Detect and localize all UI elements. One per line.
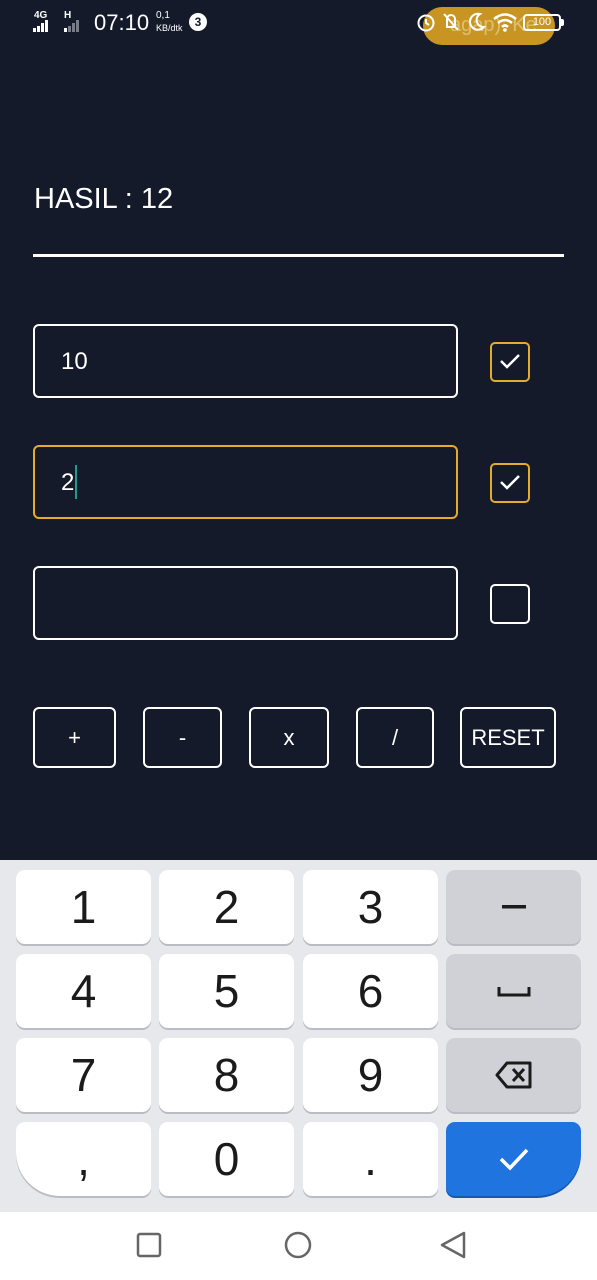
status-bar: 4G H 07:10 0,1 KB/dtk 3 agap): Ke 100 [0, 0, 597, 46]
network-speed-unit: KB/dtk [156, 23, 183, 33]
reset-button[interactable]: RESET [460, 707, 556, 768]
checkbox-2[interactable] [490, 463, 530, 503]
space-icon [497, 987, 530, 997]
battery-tip [561, 19, 564, 26]
key-0[interactable]: 0 [159, 1122, 294, 1196]
key-backspace[interactable] [446, 1038, 581, 1112]
checkmark-icon [500, 475, 520, 490]
key-4[interactable]: 4 [16, 954, 151, 1028]
key-comma[interactable]: , [16, 1122, 151, 1196]
number-input-2[interactable]: 2 [33, 445, 458, 519]
key-2[interactable]: 2 [159, 870, 294, 944]
key-dot[interactable]: . [303, 1122, 438, 1196]
key-1[interactable]: 1 [16, 870, 151, 944]
checkbox-3[interactable] [490, 584, 530, 624]
subtract-button[interactable]: - [143, 707, 222, 768]
home-circle-icon[interactable] [284, 1231, 312, 1259]
checkbox-1[interactable] [490, 342, 530, 382]
navigation-bar [0, 1212, 597, 1280]
moon-icon [469, 12, 487, 31]
multiply-button[interactable]: x [249, 707, 329, 768]
number-input-1[interactable]: 10 [33, 324, 458, 398]
clock: 07:10 [94, 10, 150, 35]
minus-icon [501, 905, 526, 909]
result-label: HASIL : 12 [34, 183, 174, 215]
signal-bars-2-icon [64, 20, 79, 32]
wifi-icon [493, 13, 517, 32]
text-cursor [75, 465, 77, 499]
key-8[interactable]: 8 [159, 1038, 294, 1112]
number-input-2-value: 2 [61, 469, 75, 496]
network-speed-value: 0,1 [156, 10, 170, 21]
mute-icon [443, 13, 459, 31]
number-input-1-value: 10 [61, 348, 88, 375]
backspace-icon [495, 1061, 531, 1089]
divide-button[interactable]: / [356, 707, 434, 768]
key-7[interactable]: 7 [16, 1038, 151, 1112]
key-5[interactable]: 5 [159, 954, 294, 1028]
add-button[interactable]: + [33, 707, 116, 768]
battery-level: 100 [532, 16, 552, 28]
key-3[interactable]: 3 [303, 870, 438, 944]
checkmark-icon [499, 1148, 528, 1171]
key-space[interactable] [446, 954, 581, 1028]
network-speed: 0,1 KB/dtk [156, 10, 183, 34]
battery-icon: 100 [523, 14, 561, 31]
key-6[interactable]: 6 [303, 954, 438, 1028]
back-triangle-icon[interactable] [438, 1230, 468, 1260]
alarm-icon [417, 14, 435, 32]
signal-bars-icon [33, 20, 48, 32]
key-9[interactable]: 9 [303, 1038, 438, 1112]
checkmark-icon [500, 354, 520, 369]
key-minus[interactable] [446, 870, 581, 944]
number-input-3[interactable] [33, 566, 458, 640]
recents-square-icon[interactable] [136, 1232, 162, 1258]
numeric-keyboard: 1 2 3 4 5 6 7 8 9 , 0 . [0, 860, 597, 1212]
key-done[interactable] [446, 1122, 581, 1196]
notification-count-badge: 3 [189, 13, 207, 31]
result-divider [33, 254, 564, 257]
